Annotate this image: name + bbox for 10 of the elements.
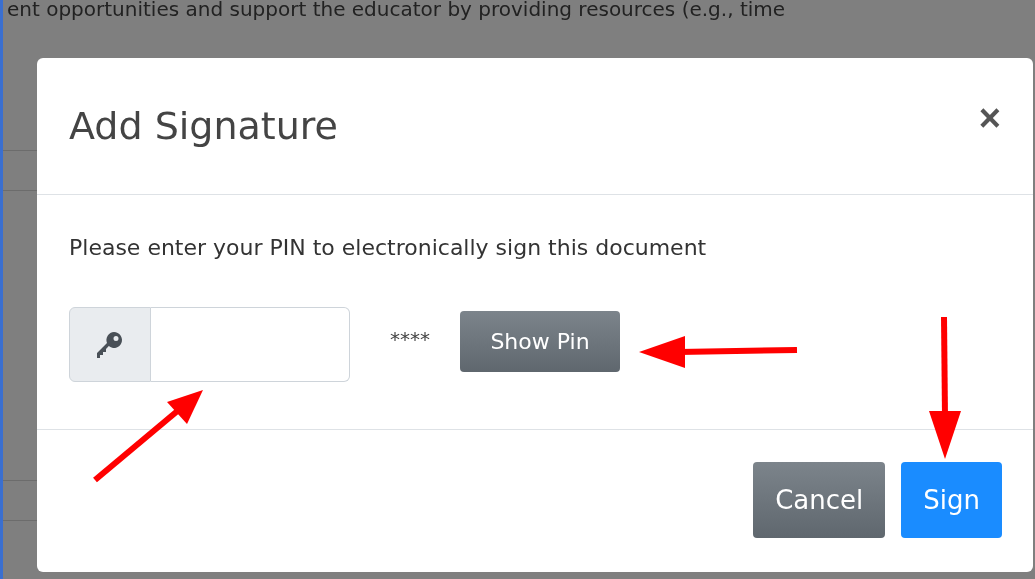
close-button[interactable]: × — [978, 96, 1001, 140]
instruction-text: Please enter your PIN to electronically sign this document — [69, 235, 708, 260]
sign-button[interactable]: Sign — [901, 462, 1002, 538]
key-icon — [97, 329, 123, 360]
dialog-title: Add Signature — [69, 104, 338, 148]
masked-pin: **** — [390, 326, 430, 351]
show-pin-button[interactable]: Show Pin — [460, 311, 620, 372]
pin-input[interactable] — [151, 307, 350, 382]
page-text: ent opportunities and support the educator by providing resources (e.g., time — [6, 0, 787, 23]
cancel-button[interactable]: Cancel — [753, 462, 886, 538]
